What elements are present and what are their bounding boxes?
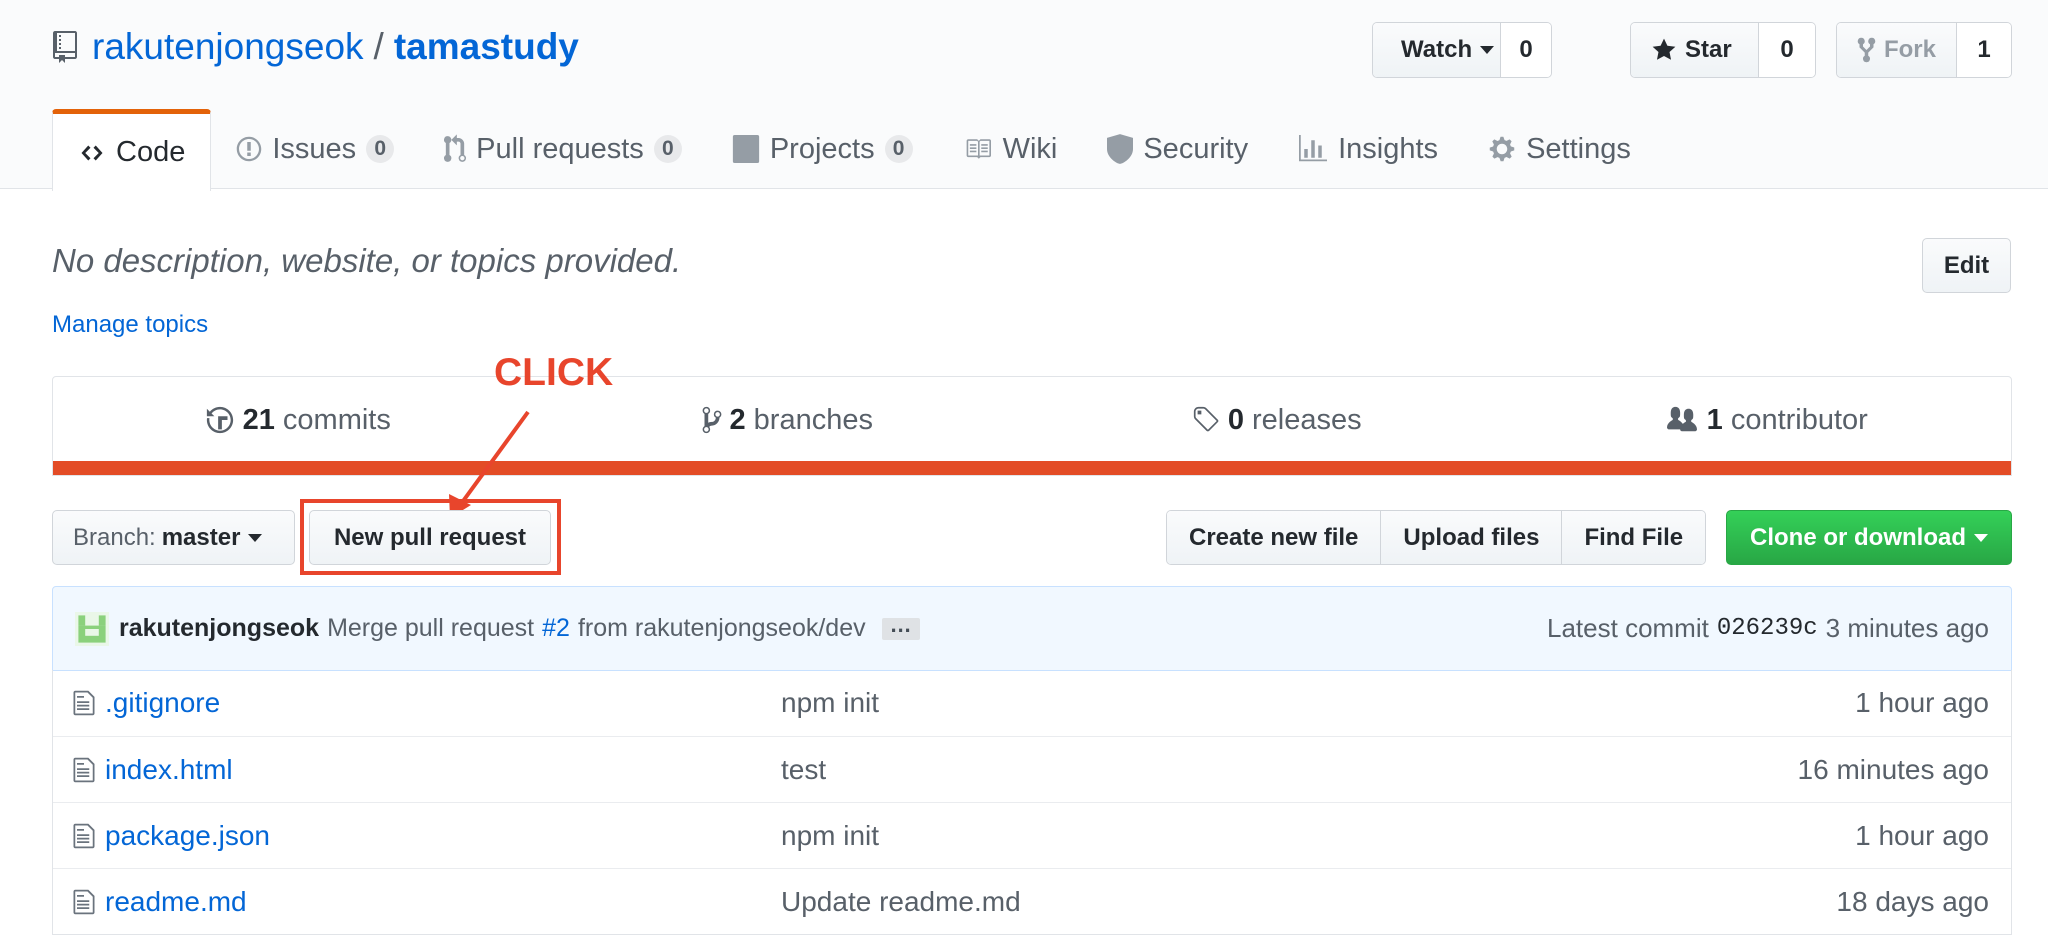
latest-commit-bar: rakutenjongseok Merge pull request #2 fr… <box>52 586 2012 671</box>
file-name-link[interactable]: readme.md <box>105 886 781 918</box>
file-row: .gitignore npm init 1 hour ago <box>53 670 2011 736</box>
file-name-link[interactable]: package.json <box>105 820 781 852</box>
commit-author-link[interactable]: rakutenjongseok <box>119 614 319 643</box>
file-icon <box>73 690 95 716</box>
chevron-down-icon <box>1974 533 1988 542</box>
clone-label: Clone or download <box>1750 523 1966 551</box>
branch-prefix: Branch: <box>73 523 156 551</box>
file-name-link[interactable]: index.html <box>105 754 781 786</box>
clone-or-download-button[interactable]: Clone or download <box>1726 510 2012 565</box>
file-commit-message[interactable]: npm init <box>781 687 879 719</box>
file-row: index.html test 16 minutes ago <box>53 736 2011 802</box>
file-icon <box>73 823 95 848</box>
commit-message[interactable]: Merge pull request <box>327 614 534 643</box>
file-commit-message[interactable]: npm init <box>781 820 879 852</box>
chevron-down-icon <box>248 533 263 542</box>
highlight-box <box>300 499 561 575</box>
file-row: readme.md Update readme.md 18 days ago <box>53 868 2011 934</box>
upload-files-button[interactable]: Upload files <box>1381 511 1563 564</box>
commit-meta: Latest commit 026239c 3 minutes ago <box>1547 587 1989 670</box>
file-age: 1 hour ago <box>1855 687 1989 718</box>
commit-age: 3 minutes ago <box>1825 613 1989 643</box>
branch-select[interactable]: Branch: master <box>52 510 295 565</box>
avatar[interactable] <box>75 611 109 646</box>
commit-sha-link[interactable]: 026239c <box>1717 615 1818 642</box>
find-file-button[interactable]: Find File <box>1562 511 1706 564</box>
expand-commit-button[interactable]: … <box>881 613 920 640</box>
file-age: 16 minutes ago <box>1797 753 1989 785</box>
commit-message-rest[interactable]: from rakutenjongseok/dev <box>578 614 866 643</box>
file-name-link[interactable]: .gitignore <box>105 687 781 719</box>
file-commit-message[interactable]: Update readme.md <box>781 886 1021 918</box>
file-age: 18 days ago <box>1836 885 1989 917</box>
file-icon <box>73 757 95 782</box>
commit-pr-link[interactable]: #2 <box>542 614 570 643</box>
file-icon <box>73 889 95 914</box>
branch-name: master <box>161 523 241 551</box>
file-row: package.json npm init 1 hour ago <box>53 802 2011 868</box>
latest-commit-label: Latest commit <box>1547 613 1709 643</box>
file-list: .gitignore npm init 1 hour ago index.htm… <box>52 670 2012 935</box>
file-actions-group: Create new file Upload files Find File <box>1166 510 1707 565</box>
file-commit-message[interactable]: test <box>781 754 826 786</box>
file-age: 1 hour ago <box>1855 819 1989 851</box>
create-new-file-button[interactable]: Create new file <box>1167 511 1382 564</box>
